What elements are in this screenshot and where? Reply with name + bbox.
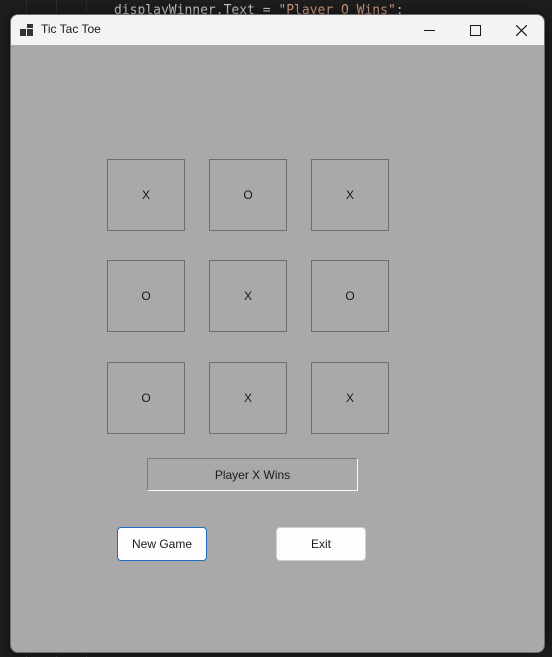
maximize-icon <box>469 24 481 36</box>
board-cell-1-0[interactable]: O <box>107 260 185 332</box>
board-cell-1-1[interactable]: X <box>209 260 287 332</box>
board-cell-2-0[interactable]: O <box>107 362 185 434</box>
minimize-button[interactable] <box>406 15 452 45</box>
new-game-button[interactable]: New Game <box>117 527 207 561</box>
board-cell-2-1[interactable]: X <box>209 362 287 434</box>
close-icon <box>515 24 527 36</box>
winner-status-label: Player X Wins <box>147 458 358 491</box>
minimize-icon <box>423 29 435 31</box>
board-cell-0-1[interactable]: O <box>209 159 287 231</box>
window-title: Tic Tac Toe <box>41 22 101 36</box>
exit-button[interactable]: Exit <box>276 527 366 561</box>
app-icon <box>20 24 34 36</box>
title-bar[interactable]: Tic Tac Toe <box>11 15 544 45</box>
tic-tac-toe-window: Tic Tac Toe X O X O X O O X X Player X W… <box>10 14 545 653</box>
board-cell-0-0[interactable]: X <box>107 159 185 231</box>
maximize-button[interactable] <box>452 15 498 45</box>
board-cell-2-2[interactable]: X <box>311 362 389 434</box>
board-cell-0-2[interactable]: X <box>311 159 389 231</box>
board-cell-1-2[interactable]: O <box>311 260 389 332</box>
close-button[interactable] <box>498 15 544 45</box>
